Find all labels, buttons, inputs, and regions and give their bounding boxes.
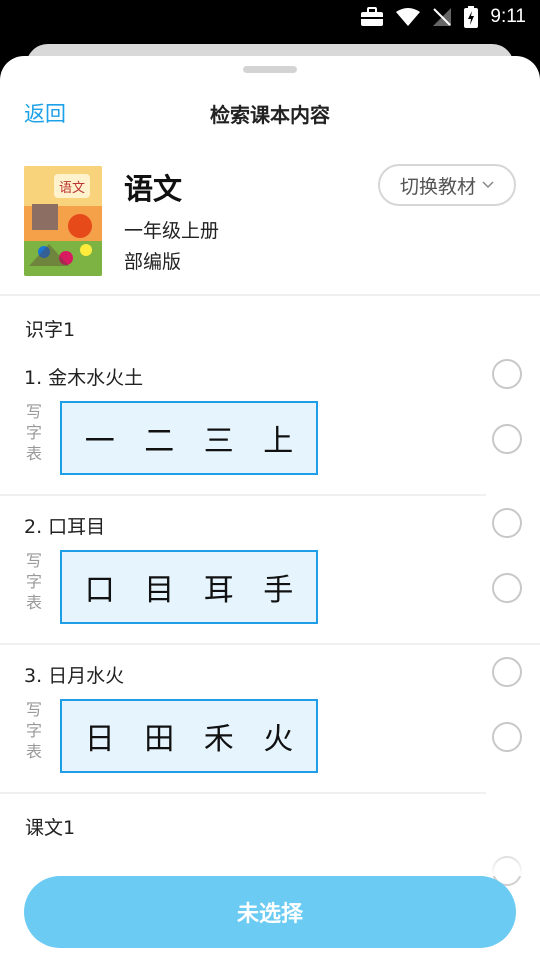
wifi-icon (396, 8, 421, 26)
cover-title: 语文 (59, 181, 85, 196)
sheet-drag-handle[interactable] (243, 66, 297, 73)
status-icons: 9:11 (360, 6, 526, 28)
char-cell: 火 (263, 722, 294, 757)
char-cell: 一 (84, 424, 115, 459)
divider (0, 494, 486, 496)
divider (0, 792, 486, 794)
unit-label: 识字1 (25, 319, 76, 341)
writing-table-select-radio[interactable] (492, 722, 522, 752)
writing-table-chars[interactable]: 口 目 耳 手 (60, 550, 318, 624)
divider (0, 643, 540, 645)
page-title: 检索课本内容 (210, 103, 330, 127)
writing-table-label: 写字表 (25, 700, 42, 761)
writing-table-select-radio[interactable] (492, 573, 522, 603)
unit-label: 课文1 (25, 817, 76, 839)
writing-table-label: 写字表 (25, 402, 42, 463)
char-cell: 三 (203, 424, 234, 459)
book-cover-image: 语文 (24, 166, 102, 276)
writing-table-chars[interactable]: 日 田 禾 火 (60, 699, 318, 773)
writing-table-label: 写字表 (25, 551, 42, 612)
book-edition: 部编版 (124, 251, 182, 273)
char-cell: 目 (144, 573, 175, 608)
lesson-select-radio[interactable] (492, 359, 522, 389)
bottom-sheet: 返回 检索课本内容 语文 语文 一年级上册 部编版 切换教材 识字1 1. 金木… (0, 56, 540, 960)
scroll-fade (0, 846, 540, 876)
lesson-title[interactable]: 3. 日月水火 (24, 661, 124, 688)
char-cell: 二 (144, 424, 175, 459)
no-signal-icon (433, 8, 452, 26)
lesson-title[interactable]: 1. 金木水火土 (24, 363, 143, 390)
char-cell: 田 (144, 722, 175, 757)
writing-table-chars[interactable]: 一 二 三 上 (60, 401, 318, 475)
divider (0, 294, 540, 296)
char-cell: 耳 (203, 573, 234, 608)
char-cell: 手 (263, 573, 294, 608)
lesson-select-radio[interactable] (492, 657, 522, 687)
status-bar: 9:11 (0, 0, 540, 36)
char-cell: 日 (84, 722, 115, 757)
char-cell: 口 (84, 573, 115, 608)
confirm-selection-button[interactable]: 未选择 (24, 876, 516, 948)
book-grade: 一年级上册 (124, 220, 220, 242)
briefcase-icon (361, 7, 384, 26)
switch-textbook-label: 切换教材 (399, 175, 476, 198)
char-cell: 禾 (203, 722, 234, 757)
book-subject: 语文 (124, 172, 183, 206)
chevron-down-icon (482, 181, 494, 189)
battery-charging-icon (464, 6, 479, 28)
writing-table-select-radio[interactable] (492, 424, 522, 454)
status-time: 9:11 (490, 6, 526, 27)
char-cell: 上 (263, 424, 294, 459)
lesson-title[interactable]: 2. 口耳目 (24, 512, 105, 539)
switch-textbook-button[interactable]: 切换教材 (378, 164, 516, 206)
lesson-select-radio[interactable] (492, 508, 522, 538)
